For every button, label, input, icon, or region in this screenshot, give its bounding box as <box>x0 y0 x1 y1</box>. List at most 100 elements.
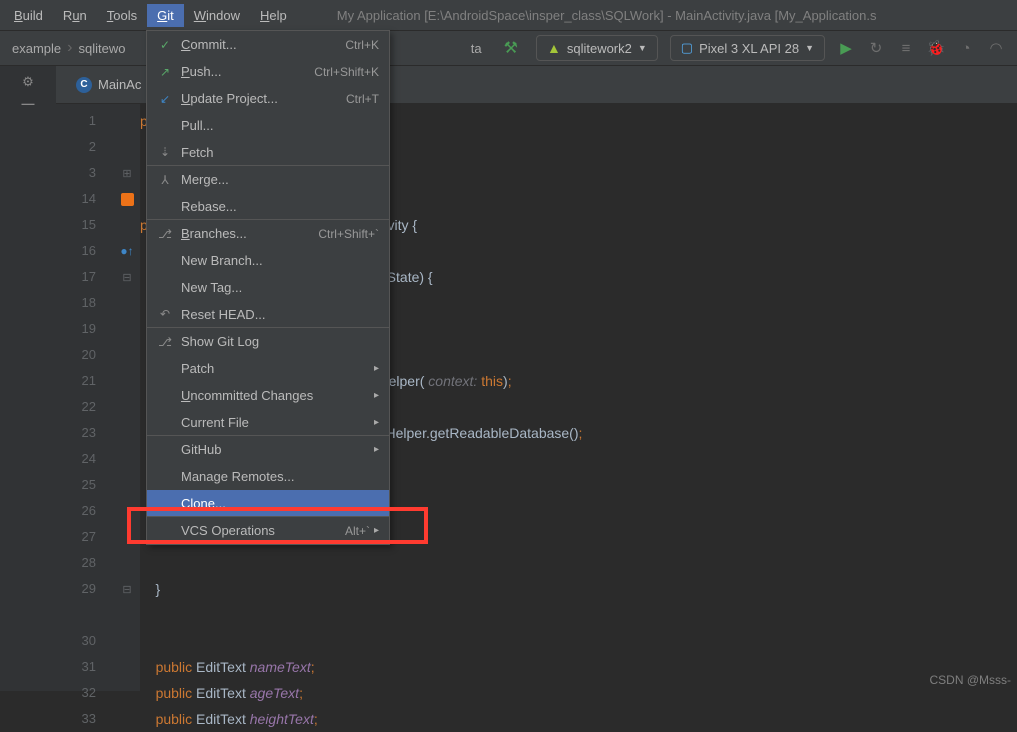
chevron-down-icon: ▼ <box>805 43 814 53</box>
line-number: 3 <box>56 160 114 186</box>
code-line[interactable]: } <box>140 576 1017 602</box>
menu-item-new-branch[interactable]: New Branch... <box>147 247 389 274</box>
line-number: 30 <box>56 628 114 654</box>
gutter-icon[interactable] <box>114 706 140 732</box>
menu-item-clone[interactable]: Clone... <box>147 490 389 517</box>
gutter-icon[interactable] <box>114 602 140 628</box>
menu-item-label: Reset HEAD... <box>181 307 379 322</box>
gutter-icon[interactable] <box>114 342 140 368</box>
menu-item-branches[interactable]: ⎇Branches...Ctrl+Shift+` <box>147 220 389 247</box>
line-number: 20 <box>56 342 114 368</box>
gutter-icon[interactable]: ⊟ <box>114 264 140 290</box>
run-configuration-selector[interactable]: ▲ sqlitework2 ▼ <box>536 35 658 61</box>
code-line[interactable]: public EditText ageText; <box>140 680 1017 706</box>
merge-icon: ⅄ <box>157 173 173 187</box>
menu-item-label: Patch <box>181 361 370 376</box>
avd-button[interactable]: ◠ <box>983 35 1009 61</box>
code-line[interactable]: public EditText nameText; <box>140 654 1017 680</box>
gear-icon[interactable]: ⚙ <box>22 74 34 90</box>
menu-tools[interactable]: Tools <box>97 4 147 27</box>
rerun-button[interactable]: ↻ <box>863 35 889 61</box>
gutter-icon[interactable] <box>114 134 140 160</box>
menu-item-github[interactable]: GitHub ▸ <box>147 436 389 463</box>
breadcrumb-item[interactable]: sqlitewo <box>78 41 125 56</box>
menu-item-uncommitted-changes[interactable]: Uncommitted Changes▸ <box>147 382 389 409</box>
gutter-icon[interactable] <box>114 472 140 498</box>
gutter-icon[interactable] <box>114 316 140 342</box>
menu-item-merge[interactable]: ⅄Merge... <box>147 166 389 193</box>
gutter-icon[interactable] <box>114 498 140 524</box>
gutter-icon[interactable] <box>114 628 140 654</box>
code-line[interactable] <box>140 550 1017 576</box>
chevron-right-icon: › <box>67 39 72 57</box>
code-line[interactable]: public EditText heightText; <box>140 706 1017 732</box>
gutter-icon[interactable] <box>114 550 140 576</box>
gutter-icon[interactable] <box>114 186 140 212</box>
menu-item-patch[interactable]: Patch▸ <box>147 355 389 382</box>
menu-item-current-file[interactable]: Current File▸ <box>147 409 389 436</box>
submenu-arrow-icon: ▸ <box>374 444 379 455</box>
menu-help[interactable]: Help <box>250 4 297 27</box>
menu-item-push[interactable]: ↗Push...Ctrl+Shift+K <box>147 58 389 85</box>
git-dropdown: ✓Commit...Ctrl+K↗Push...Ctrl+Shift+K↙Upd… <box>146 30 390 545</box>
menu-item-commit[interactable]: ✓Commit...Ctrl+K <box>147 31 389 58</box>
menu-item-manage-remotes[interactable]: Manage Remotes... <box>147 463 389 490</box>
menu-item-label: Branches... <box>181 226 318 241</box>
menu-item-new-tag[interactable]: New Tag... <box>147 274 389 301</box>
code-line[interactable] <box>140 602 1017 628</box>
menu-item-label: Rebase... <box>181 199 379 214</box>
gutter-icon[interactable] <box>114 524 140 550</box>
code-line[interactable] <box>140 628 1017 654</box>
gutter-icon[interactable] <box>114 394 140 420</box>
gutter-icon[interactable] <box>114 108 140 134</box>
menu-item-vcs-operations[interactable]: VCS OperationsAlt+`▸ <box>147 517 389 544</box>
gutter-icon[interactable] <box>114 420 140 446</box>
gutter-icon[interactable] <box>114 446 140 472</box>
tab-label: MainAc <box>98 77 141 92</box>
menu-item-label: Commit... <box>181 37 345 52</box>
menu-item-label: New Branch... <box>181 253 379 268</box>
build-icon[interactable]: ⚒ <box>504 38 518 58</box>
breadcrumb-item[interactable]: example <box>12 41 61 56</box>
line-number: 18 <box>56 290 114 316</box>
gutter-icon[interactable] <box>114 290 140 316</box>
debug-button[interactable]: 🐞 <box>923 35 949 61</box>
menu-item-pull[interactable]: Pull... <box>147 112 389 139</box>
menu-item-update-project[interactable]: ↙Update Project...Ctrl+T <box>147 85 389 112</box>
menu-item-fetch[interactable]: ⇣Fetch <box>147 139 389 166</box>
gutter-icon[interactable] <box>114 654 140 680</box>
menu-item-label: GitHub <box>181 442 370 457</box>
line-number: 2 <box>56 134 114 160</box>
gutter-icon[interactable]: ●↑ <box>114 238 140 264</box>
minimize-icon[interactable]: — <box>22 96 35 111</box>
gutter-icon[interactable]: ⊞ <box>114 160 140 186</box>
menu-item-label: Push... <box>181 64 314 79</box>
menu-item-label: Update Project... <box>181 91 346 106</box>
breadcrumb[interactable]: example › sqlitewo <box>0 39 137 57</box>
line-number: 26 <box>56 498 114 524</box>
gutter-icon[interactable] <box>114 368 140 394</box>
menu-git[interactable]: Git <box>147 4 184 27</box>
gutter-icon[interactable] <box>114 212 140 238</box>
watermark: CSDN @Msss- <box>929 673 1011 687</box>
menubar: Build Run Tools Git Window Help My Appli… <box>0 0 1017 30</box>
menu-item-show-git-log[interactable]: ⎇Show Git Log <box>147 328 389 355</box>
menu-run[interactable]: Run <box>53 4 97 27</box>
device-name: Pixel 3 XL API 28 <box>699 41 799 56</box>
device-selector[interactable]: ▢ Pixel 3 XL API 28 ▼ <box>670 35 825 61</box>
menu-item-rebase[interactable]: Rebase... <box>147 193 389 220</box>
menu-item-reset-head[interactable]: ↶ Reset HEAD... <box>147 301 389 328</box>
line-number: 24 <box>56 446 114 472</box>
menu-window[interactable]: Window <box>184 4 250 27</box>
line-number: 33 <box>56 706 114 732</box>
undo-icon: ↶ <box>157 307 173 321</box>
editor-tab[interactable]: C MainAc <box>66 71 151 99</box>
line-number: 32 <box>56 680 114 706</box>
stop-button[interactable]: ≡ <box>893 35 919 61</box>
menu-build[interactable]: Build <box>4 4 53 27</box>
run-button[interactable]: ▶ <box>833 35 859 61</box>
profiler-button[interactable]: ◔ <box>953 35 979 61</box>
android-icon: ▲ <box>547 40 561 56</box>
gutter-icon[interactable]: ⊟ <box>114 576 140 602</box>
gutter-icon[interactable] <box>114 680 140 706</box>
